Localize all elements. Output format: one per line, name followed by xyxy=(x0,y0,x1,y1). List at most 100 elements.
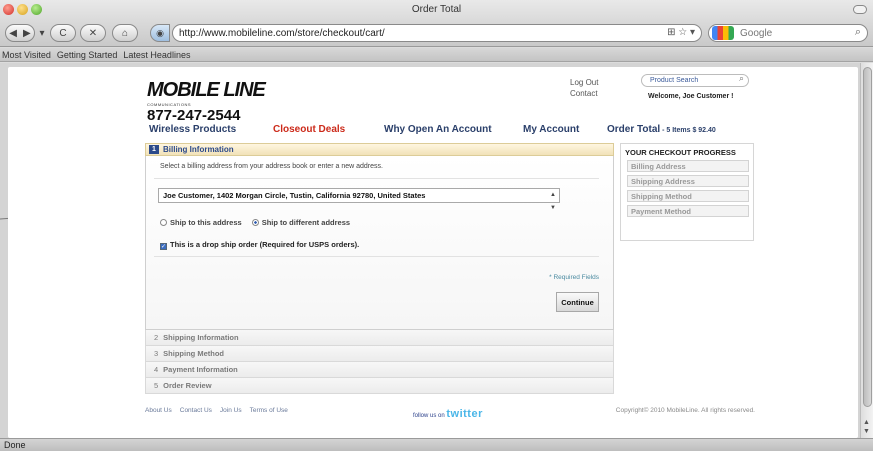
url-text[interactable]: http://www.mobileline.com/store/checkout… xyxy=(179,28,385,39)
step-number: 3 xyxy=(154,349,159,358)
google-icon[interactable] xyxy=(712,26,734,40)
stop-button[interactable]: ✕ xyxy=(80,24,106,42)
nav-order-total[interactable]: Order Total - 5 Items $ 92.40 xyxy=(607,124,716,135)
scrollbar-thumb[interactable] xyxy=(863,67,872,407)
account-links: Log Out Contact xyxy=(570,77,598,99)
home-icon: ⌂ xyxy=(121,27,129,39)
step-label: Payment Information xyxy=(163,365,238,374)
page-viewport: MOBILE LINE COMMUNICATIONS 877-247-2544 … xyxy=(0,63,860,438)
contact-link[interactable]: Contact xyxy=(570,88,598,99)
reload-button[interactable]: C xyxy=(50,24,76,42)
shipping-choice: Ship to this address Ship to different a… xyxy=(160,218,350,227)
site-logo[interactable]: MOBILE LINE COMMUNICATIONS 877-247-2544 xyxy=(147,79,266,124)
step-number-badge: 1 xyxy=(149,145,159,154)
home-button[interactable]: ⌂ xyxy=(112,24,138,42)
status-text: Done xyxy=(4,440,26,450)
web-page: MOBILE LINE COMMUNICATIONS 877-247-2544 … xyxy=(8,67,858,438)
product-search-placeholder: Product Search xyxy=(650,77,699,84)
step-number: 4 xyxy=(154,365,159,374)
footer-contact-us-link[interactable]: Contact Us xyxy=(180,407,212,414)
scroll-arrows-icon[interactable]: ▲ ▼ xyxy=(863,418,870,436)
footer-links: About Us Contact Us Join Us Terms of Use xyxy=(145,407,288,414)
bookmark-most-visited[interactable]: Most Visited xyxy=(2,50,51,60)
nav-closeout-deals[interactable]: Closeout Deals xyxy=(273,124,345,135)
step-shipping-information[interactable]: 2 Shipping Information xyxy=(145,330,614,346)
back-icon[interactable]: ◀ xyxy=(9,28,17,39)
ship-to-this-address-option[interactable]: Ship to this address xyxy=(160,218,242,227)
site-identity-button[interactable]: ◉ xyxy=(150,24,170,42)
title-bar: Order Total ◀ ▶ ▾ C ✕ ⌂ ◉ http://www.mob… xyxy=(0,0,873,47)
divider xyxy=(154,256,599,257)
drop-ship-label: This is a drop ship order (Required for … xyxy=(170,240,360,249)
checkout-progress-title: YOUR CHECKOUT PROGRESS xyxy=(625,148,736,157)
step-number: 5 xyxy=(154,381,159,390)
magnifier-icon[interactable]: ⌕ xyxy=(855,26,861,39)
back-forward-buttons[interactable]: ◀ ▶ xyxy=(5,24,35,42)
step-shipping-method[interactable]: 3 Shipping Method xyxy=(145,346,614,362)
progress-payment-method: Payment Method xyxy=(627,205,749,217)
bookmarks-bar: Most Visited Getting Started Latest Head… xyxy=(0,48,873,62)
billing-instructions: Select a billing address from your addre… xyxy=(160,163,383,170)
continue-button[interactable]: Continue xyxy=(556,292,599,312)
footer-about-us-link[interactable]: About Us xyxy=(145,407,172,414)
address-bar-icons[interactable]: ⊞ ☆ ▾ xyxy=(667,27,695,38)
browser-window: Order Total ◀ ▶ ▾ C ✕ ⌂ ◉ http://www.mob… xyxy=(0,0,873,451)
ship-to-different-address-option[interactable]: Ship to different address xyxy=(251,218,351,227)
step-payment-information[interactable]: 4 Payment Information xyxy=(145,362,614,378)
search-icon[interactable]: ⌕ xyxy=(739,73,744,84)
nav-wireless-products[interactable]: Wireless Products xyxy=(149,124,236,135)
welcome-message: Welcome, Joe Customer ! xyxy=(648,93,734,100)
logo-text: MOBILE LINE xyxy=(147,79,266,101)
log-out-link[interactable]: Log Out xyxy=(570,77,598,88)
step-label: Shipping Information xyxy=(163,333,239,342)
step-label: Order Review xyxy=(163,381,212,390)
divider xyxy=(154,178,599,179)
twitter-follow-link[interactable]: follow us on twitter xyxy=(413,408,483,420)
history-chevron-icon[interactable]: ▾ xyxy=(38,24,46,42)
billing-step-title: Billing Information xyxy=(163,145,234,154)
step-order-review[interactable]: 5 Order Review xyxy=(145,378,614,394)
follow-us-text: follow us on xyxy=(413,413,445,419)
cart-summary: - 5 Items $ 92.40 xyxy=(660,127,716,134)
radio-selected-icon[interactable] xyxy=(251,219,259,226)
billing-form: Select a billing address from your addre… xyxy=(145,156,614,330)
product-search-input[interactable]: Product Search ⌕ xyxy=(641,73,749,87)
status-bar: Done xyxy=(0,438,873,451)
toolbar-toggle-button[interactable] xyxy=(853,5,867,14)
ship-same-label: Ship to this address xyxy=(170,218,242,227)
nav-my-account[interactable]: My Account xyxy=(523,124,579,135)
billing-step-header[interactable]: 1 Billing Information xyxy=(145,143,614,156)
stop-icon: ✕ xyxy=(88,27,98,39)
required-fields-note: * Required Fields xyxy=(549,274,599,281)
bookmark-latest-headlines[interactable]: Latest Headlines xyxy=(123,50,190,60)
checkout-steps: 1 Billing Information Select a billing a… xyxy=(145,143,614,394)
nav-order-total-label: Order Total xyxy=(607,124,661,135)
address-bar[interactable]: http://www.mobileline.com/store/checkout… xyxy=(172,24,702,42)
drop-ship-option[interactable]: ✓ This is a drop ship order (Required for… xyxy=(160,240,359,250)
footer-terms-link[interactable]: Terms of Use xyxy=(250,407,288,414)
step-label: Shipping Method xyxy=(163,349,224,358)
ship-diff-label: Ship to different address xyxy=(261,218,351,227)
progress-shipping-method: Shipping Method xyxy=(627,190,749,202)
bookmark-getting-started[interactable]: Getting Started xyxy=(57,50,118,60)
dropdown-arrow-icon: ▲ ▼ xyxy=(550,192,556,211)
billing-address-select[interactable]: Joe Customer, 1402 Morgan Circle, Tustin… xyxy=(158,188,560,211)
progress-billing-address: Billing Address xyxy=(627,160,749,172)
footer-join-us-link[interactable]: Join Us xyxy=(220,407,242,414)
progress-shipping-address: Shipping Address xyxy=(627,175,749,187)
radio-icon[interactable] xyxy=(160,219,167,226)
main-nav: Wireless Products Closeout Deals Why Ope… xyxy=(145,121,755,139)
selected-address: Joe Customer, 1402 Morgan Circle, Tustin… xyxy=(163,191,426,200)
checkbox-checked-icon[interactable]: ✓ xyxy=(160,243,167,250)
twitter-logo: twitter xyxy=(446,408,483,420)
browser-search-input[interactable] xyxy=(740,27,840,39)
checkout-progress-panel: YOUR CHECKOUT PROGRESS Billing Address S… xyxy=(620,143,754,241)
reload-icon: C xyxy=(59,27,67,39)
vertical-scrollbar[interactable]: ▲ ▼ xyxy=(860,63,873,438)
copyright-text: Copyright© 2010 MobileLine. All rights r… xyxy=(615,407,755,414)
step-number: 2 xyxy=(154,333,159,342)
browser-search-box[interactable]: ⌕ xyxy=(708,24,868,42)
window-title: Order Total xyxy=(411,4,462,15)
forward-icon[interactable]: ▶ xyxy=(23,28,31,39)
nav-why-open-account[interactable]: Why Open An Account xyxy=(384,124,492,135)
